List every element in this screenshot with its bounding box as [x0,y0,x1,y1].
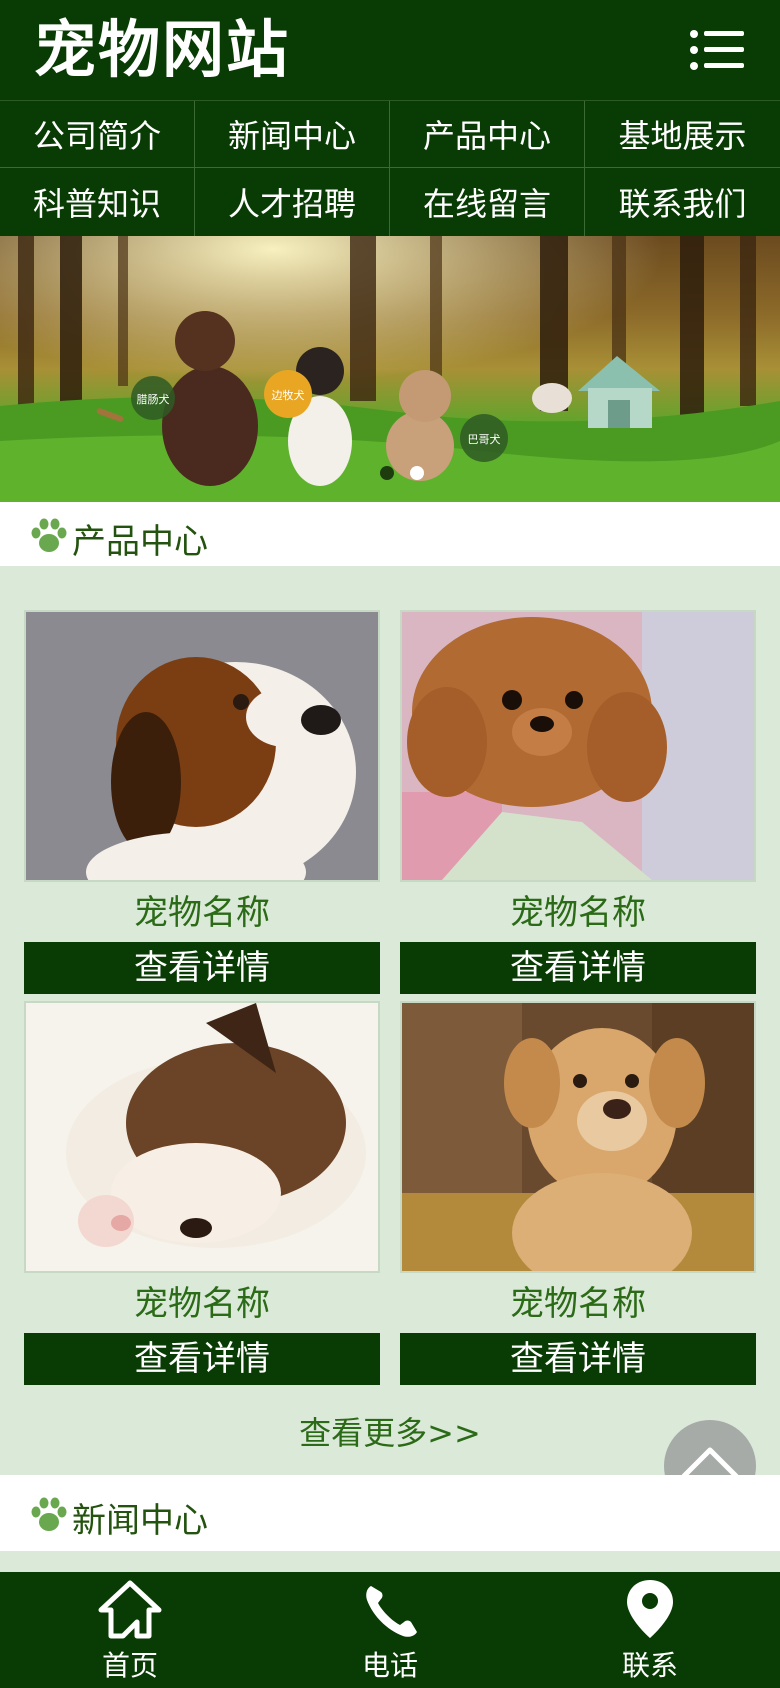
site-logo[interactable]: 宠物网站 [34,14,290,86]
product-photo[interactable] [24,610,380,882]
view-details-button[interactable]: 查看详情 [24,942,380,994]
hero-banner[interactable]: 腊肠犬 边牧犬 巴哥犬 [0,236,780,502]
product-card: 宠物名称 查看详情 [24,610,380,994]
footer-phone-label: 电话 [361,1649,418,1682]
footer-phone[interactable]: 电话 [260,1572,520,1688]
paw-icon [31,518,67,552]
banner-tag-pug: 巴哥犬 [468,432,501,446]
view-details-button[interactable]: 查看详情 [400,1333,756,1385]
product-card: 宠物名称 查看详情 [400,1001,756,1385]
view-more-link[interactable]: 查看更多>> [0,1408,780,1454]
view-details-button[interactable]: 查看详情 [400,942,756,994]
banner-tag-dachshund: 腊肠犬 [137,392,170,406]
nav-item-jobs[interactable]: 人才招聘 [195,168,390,237]
product-name: 宠物名称 [134,893,270,933]
products-section-title: 产品中心 [72,522,208,562]
nav-item-products[interactable]: 产品中心 [390,101,585,168]
bottom-nav: 首页 电话 联系 [0,1572,780,1688]
main-nav: 公司简介 新闻中心 产品中心 基地展示 科普知识 人才招聘 在线留言 联系我们 [0,100,780,237]
paw-icon [31,1497,67,1531]
product-name: 宠物名称 [510,1284,646,1324]
product-photo[interactable] [400,610,756,882]
product-photo[interactable] [400,1001,756,1273]
nav-item-contact[interactable]: 联系我们 [585,168,780,237]
banner-illustration: 腊肠犬 边牧犬 巴哥犬 [0,236,780,502]
banner-dot-2[interactable] [410,466,424,480]
nav-item-message[interactable]: 在线留言 [390,168,585,237]
view-details-button[interactable]: 查看详情 [24,1333,380,1385]
news-section-header: 新闻中心 [0,1475,780,1551]
products-section-header: 产品中心 [0,502,780,570]
nav-item-base[interactable]: 基地展示 [585,101,780,168]
product-card: 宠物名称 查看详情 [400,610,756,994]
header: 宠物网站 [0,0,780,100]
footer-contact-label: 联系 [621,1649,678,1682]
footer-home-label: 首页 [101,1649,158,1682]
phone-icon [366,1586,417,1637]
nav-item-about[interactable]: 公司简介 [0,101,195,168]
location-pin-icon [627,1580,673,1638]
product-card: 宠物名称 查看详情 [24,1001,380,1385]
home-icon [98,1580,162,1639]
nav-item-news[interactable]: 新闻中心 [195,101,390,168]
footer-contact[interactable]: 联系 [520,1572,780,1688]
product-name: 宠物名称 [510,893,646,933]
hamburger-menu-icon[interactable] [690,30,744,70]
product-photo[interactable] [24,1001,380,1273]
news-section-title: 新闻中心 [72,1501,208,1541]
product-name: 宠物名称 [134,1284,270,1324]
banner-tag-border-collie: 边牧犬 [272,388,305,402]
banner-dot-1[interactable] [380,466,394,480]
nav-item-knowledge[interactable]: 科普知识 [0,168,195,237]
footer-home[interactable]: 首页 [0,1572,260,1688]
